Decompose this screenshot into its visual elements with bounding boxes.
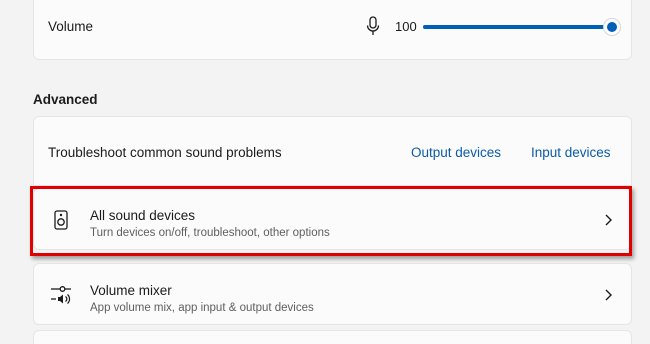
volume-slider-thumb[interactable]: [603, 18, 621, 36]
volume-mixer-subtitle: App volume mix, app input & output devic…: [90, 302, 314, 314]
volume-slider[interactable]: [423, 18, 621, 36]
chevron-right-icon: [605, 289, 612, 301]
speaker-icon: [54, 210, 68, 230]
volume-value: 100: [395, 19, 417, 34]
troubleshoot-label: Troubleshoot common sound problems: [48, 145, 282, 160]
volume-label: Volume: [48, 19, 94, 34]
sound-settings-page: Volume 100 Advanced Troubleshoot common …: [0, 0, 650, 344]
advanced-heading: Advanced: [33, 92, 98, 107]
input-devices-link[interactable]: Input devices: [531, 145, 611, 160]
microphone-icon: [366, 16, 380, 35]
output-devices-link[interactable]: Output devices: [411, 145, 501, 160]
all-sound-devices-title: All sound devices: [90, 208, 196, 223]
volume-mixer-title: Volume mixer: [90, 283, 172, 298]
chevron-right-icon: [605, 214, 612, 226]
next-settings-card: [33, 330, 632, 344]
troubleshoot-card: Troubleshoot common sound problems Outpu…: [33, 116, 632, 186]
all-sound-devices-subtitle: Turn devices on/off, troubleshoot, other…: [90, 227, 330, 239]
all-sound-devices-item[interactable]: All sound devices Turn devices on/off, t…: [33, 188, 632, 250]
volume-slider-fill: [423, 25, 615, 29]
volume-mixer-icon: [51, 286, 71, 304]
volume-mixer-item[interactable]: Volume mixer App volume mix, app input &…: [33, 263, 632, 325]
volume-card: Volume 100: [33, 0, 632, 60]
